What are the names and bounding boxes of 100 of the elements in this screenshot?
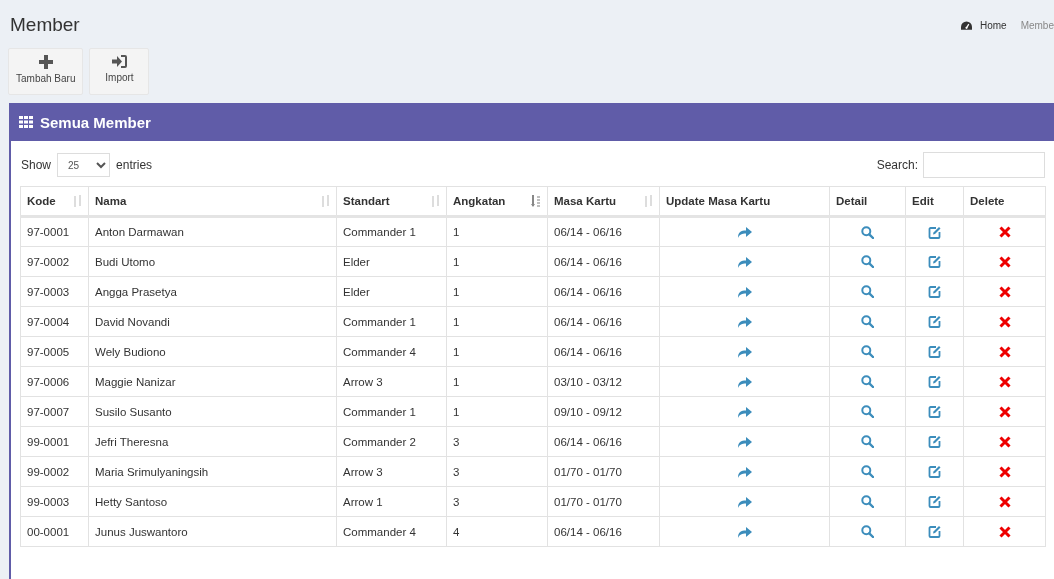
edit-icon[interactable] [928, 465, 941, 479]
delete-icon[interactable] [998, 286, 1011, 298]
table-cell: 3 [446, 426, 548, 457]
share-arrow-icon[interactable] [737, 376, 752, 388]
edit-icon[interactable] [928, 345, 941, 359]
table-cell: 3 [446, 456, 548, 487]
table-cell: Elder [336, 246, 447, 277]
breadcrumb-current: Membe [1020, 19, 1054, 31]
edit-icon[interactable] [928, 495, 941, 509]
delete-icon[interactable] [998, 406, 1011, 418]
delete-icon[interactable] [998, 436, 1011, 448]
delete-icon[interactable] [998, 526, 1011, 538]
table-cell: 1 [446, 306, 548, 337]
table-cell: Hetty Santoso [88, 486, 337, 517]
share-arrow-icon[interactable] [737, 227, 752, 239]
table-cell: 06/14 - 06/16 [547, 306, 660, 337]
search-icon[interactable] [861, 225, 874, 239]
table-cell: Maggie Nanizar [88, 366, 337, 397]
table-cell: 01/70 - 01/70 [547, 486, 660, 517]
search-icon[interactable] [861, 435, 874, 449]
table-cell: Arrow 1 [336, 486, 447, 517]
table-cell: 1 [446, 366, 548, 397]
table-cell: 06/14 - 06/16 [547, 426, 660, 457]
import-button[interactable]: Import [89, 48, 150, 95]
delete-icon[interactable] [998, 256, 1011, 268]
column-header[interactable]: Standart [336, 186, 447, 217]
table-cell: 97-0006 [20, 366, 89, 397]
table-cell: Commander 1 [336, 396, 447, 427]
share-arrow-icon[interactable] [737, 406, 752, 418]
add-button[interactable]: Tambah Baru [8, 48, 84, 95]
table-cell: 01/70 - 01/70 [547, 456, 660, 487]
table-cell: 99-0003 [20, 486, 89, 517]
delete-icon[interactable] [998, 496, 1011, 508]
edit-icon[interactable] [928, 525, 941, 539]
table-cell: 06/14 - 06/16 [547, 336, 660, 367]
table-cell: 97-0007 [20, 396, 89, 427]
delete-icon[interactable] [998, 316, 1011, 328]
table-cell: 97-0004 [20, 306, 89, 337]
box-title: Semua Member [40, 113, 151, 131]
edit-icon[interactable] [928, 375, 941, 389]
column-header: Detail [829, 186, 906, 217]
table-cell: 1 [446, 216, 548, 247]
sort-ascending-icon [531, 195, 541, 207]
table-cell: 06/14 - 06/16 [547, 276, 660, 307]
table-cell: Commander 1 [336, 216, 447, 247]
table-cell: 03/10 - 03/12 [547, 366, 660, 397]
table-cell: 99-0001 [20, 426, 89, 457]
edit-icon[interactable] [928, 405, 941, 419]
sort-icon [321, 195, 330, 207]
search-icon[interactable] [861, 255, 874, 269]
table-cell: Commander 4 [336, 336, 447, 367]
search-icon[interactable] [861, 525, 874, 539]
delete-icon[interactable] [998, 346, 1011, 358]
plus-icon [38, 55, 53, 69]
breadcrumb-link[interactable]: Home [979, 19, 1007, 31]
table-cell: Arrow 3 [336, 366, 447, 397]
search-label: Search: [876, 158, 918, 172]
show-label: Show [21, 158, 52, 172]
column-header[interactable]: Nama [88, 186, 337, 217]
share-arrow-icon[interactable] [737, 286, 752, 298]
table-cell: 3 [446, 486, 548, 517]
edit-icon[interactable] [928, 285, 941, 299]
page-size-select[interactable]: 25 [57, 153, 111, 177]
column-header[interactable]: Masa Kartu [547, 186, 660, 217]
edit-icon[interactable] [928, 255, 941, 269]
sign-in-icon [112, 55, 127, 68]
table-cell: 06/14 - 06/16 [547, 216, 660, 247]
search-icon[interactable] [861, 495, 874, 509]
search-icon[interactable] [861, 405, 874, 419]
share-arrow-icon[interactable] [737, 436, 752, 448]
table-cell: David Novandi [88, 306, 337, 337]
delete-icon[interactable] [998, 466, 1011, 478]
edit-icon[interactable] [928, 435, 941, 449]
share-arrow-icon[interactable] [737, 256, 752, 268]
table-cell: Junus Juswantoro [88, 516, 337, 547]
search-icon[interactable] [861, 465, 874, 479]
delete-icon[interactable] [998, 226, 1011, 239]
table-cell: 00-0001 [20, 516, 89, 547]
share-arrow-icon[interactable] [737, 466, 752, 478]
share-arrow-icon[interactable] [737, 526, 752, 538]
table-cell: Arrow 3 [336, 456, 447, 487]
search-icon[interactable] [861, 375, 874, 389]
column-header[interactable]: Angkatan [446, 186, 548, 217]
share-arrow-icon[interactable] [737, 346, 752, 358]
dashboard-icon [960, 20, 972, 30]
edit-icon[interactable] [928, 225, 941, 239]
share-arrow-icon[interactable] [737, 496, 752, 508]
column-header: Delete [963, 186, 1046, 217]
delete-icon[interactable] [998, 376, 1011, 388]
search-icon[interactable] [861, 285, 874, 299]
share-arrow-icon[interactable] [737, 316, 752, 328]
search-field[interactable] [923, 152, 1045, 178]
grid-icon [19, 116, 33, 128]
search-icon[interactable] [861, 315, 874, 329]
edit-icon[interactable] [928, 315, 941, 329]
table-cell: 4 [446, 516, 548, 547]
entries-label: entries [116, 158, 153, 172]
table-cell: 97-0005 [20, 336, 89, 367]
column-header[interactable]: Kode [20, 186, 89, 217]
search-icon[interactable] [861, 345, 874, 359]
